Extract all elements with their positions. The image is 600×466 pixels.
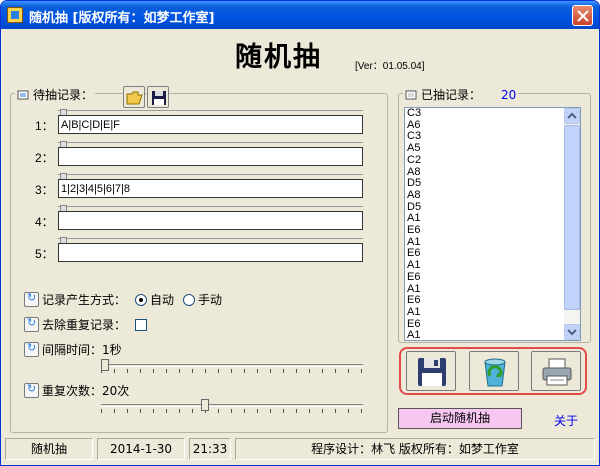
window-title: 随机抽 [版权所有：如梦工作室] [29, 11, 215, 26]
repeat-row: 重复次数：20次 [24, 382, 129, 399]
drawn-items: C3 A6 C3 A5 C2 A8 D5 A8 D5 A1 E6 A1 E6 A1 E6 A1 E6 A1 E6 A1 [407, 108, 565, 340]
list-item[interactable]: A5 [407, 142, 565, 155]
record-5-input[interactable] [58, 243, 363, 262]
dedupe-label: 去除重复记录： [42, 318, 127, 332]
mode-manual-label[interactable]: 手动 [198, 291, 222, 308]
interval-slider-ticks [101, 369, 363, 373]
app-icon [7, 7, 23, 23]
dedupe-checkbox[interactable] [135, 318, 148, 331]
scroll-up-button[interactable] [564, 108, 580, 124]
repeat-slider-track [101, 404, 363, 407]
floppy-disk-icon [418, 358, 446, 386]
close-button[interactable] [572, 5, 593, 26]
list-item[interactable]: E6 [407, 224, 565, 237]
interval-slider-track [101, 364, 363, 367]
open-file-button[interactable] [123, 86, 145, 108]
status-time: 21:33 [189, 438, 231, 460]
about-link[interactable]: 关于 [554, 412, 578, 429]
list-item[interactable]: A1 [407, 283, 565, 296]
save-button[interactable] [406, 351, 456, 391]
pending-records-header: 待抽记录： [15, 86, 96, 103]
mode-auto-label[interactable]: 自动 [150, 291, 174, 308]
floppy-disk-icon [152, 91, 166, 105]
list-item[interactable]: D5 [407, 201, 565, 214]
status-date: 2014-1-30 [97, 438, 185, 460]
dedupe-icon [24, 316, 39, 332]
status-credit: 程序设计：林飞 版权所有：如梦工作室 [235, 438, 595, 460]
record-3-input[interactable]: 1|2|3|4|5|6|7|8 [58, 179, 363, 198]
list-item[interactable]: E6 [407, 295, 565, 307]
repeat-label: 重复次数：20次 [42, 384, 130, 398]
print-button[interactable] [531, 351, 581, 391]
status-app: 随机抽 [5, 438, 93, 460]
mode-manual-radio[interactable] [183, 293, 196, 306]
interval-icon [24, 341, 39, 357]
records-icon [17, 89, 31, 101]
record-1-input[interactable]: A|B|C|D|E|F [58, 115, 363, 134]
interval-row: 间隔时间：1秒 [24, 341, 122, 358]
record-5-label: 5： [35, 247, 54, 261]
repeat-slider[interactable] [101, 399, 363, 413]
mode-row: 记录产生方式： 自动 手动 [24, 291, 222, 308]
list-item[interactable]: C2 [407, 154, 565, 167]
save-file-button[interactable] [147, 86, 169, 108]
record-4-label: 4： [35, 215, 54, 229]
list-item[interactable]: C3 [407, 131, 565, 143]
list-item[interactable]: C3 [407, 108, 565, 120]
list-item[interactable]: A1 [407, 330, 565, 340]
chevron-up-icon [567, 112, 577, 119]
main-window: 随机抽 [版权所有：如梦工作室] 随机抽 [Ver：01.05.04] 待抽记录… [0, 0, 600, 466]
list-scrollbar[interactable] [564, 108, 580, 340]
scroll-down-button[interactable] [564, 324, 580, 340]
repeat-slider-ticks [101, 409, 363, 413]
mode-icon [24, 291, 39, 307]
drawn-records-header: 已抽记录： 20 [403, 86, 519, 103]
record-3-label: 3： [35, 183, 54, 197]
refresh-button[interactable] [469, 351, 519, 391]
drawn-records-icon [405, 89, 419, 101]
list-item[interactable]: A1 [407, 259, 565, 272]
interval-slider[interactable] [101, 359, 363, 373]
list-item[interactable]: A8 [407, 166, 565, 179]
chevron-down-icon [567, 329, 577, 336]
mode-label: 记录产生方式： [42, 293, 127, 307]
app-heading: 随机抽 [235, 42, 322, 73]
list-item[interactable]: D5 [407, 178, 565, 190]
pending-records-label: 待抽记录： [33, 88, 94, 102]
start-draw-button[interactable]: 启动随机抽 [398, 408, 522, 429]
status-bar: 随机抽 2014-1-30 21:33 程序设计：林飞 版权所有：如梦工作室 [5, 438, 595, 462]
interval-label: 间隔时间：1秒 [42, 343, 122, 357]
version-label: [Ver：01.05.04] [355, 61, 425, 72]
close-icon [577, 10, 589, 22]
list-item[interactable]: A1 [407, 236, 565, 249]
drawn-records-label: 已抽记录： [421, 88, 482, 102]
repeat-icon [24, 382, 39, 398]
repeat-slider-thumb[interactable] [201, 399, 209, 411]
list-item[interactable]: E6 [407, 248, 565, 260]
list-item[interactable]: A8 [407, 189, 565, 202]
dedupe-row: 去除重复记录： [24, 316, 148, 333]
drawn-count: 20 [501, 87, 517, 102]
list-item[interactable]: A1 [407, 213, 565, 225]
list-item[interactable]: E6 [407, 271, 565, 284]
open-folder-icon [126, 91, 143, 105]
list-item[interactable]: E6 [407, 318, 565, 331]
record-2-label: 2： [35, 151, 54, 165]
record-4-input[interactable] [58, 211, 363, 230]
list-item[interactable]: A6 [407, 119, 565, 132]
record-2-input[interactable] [58, 147, 363, 166]
record-1-label: 1： [35, 119, 54, 133]
printer-icon [542, 358, 572, 386]
drawn-records-list[interactable]: C3 A6 C3 A5 C2 A8 D5 A8 D5 A1 E6 A1 E6 A1 E6 A1 E6 A1 E6 A1 [404, 107, 581, 341]
list-item[interactable]: A1 [407, 306, 565, 319]
title-bar[interactable]: 随机抽 [版权所有：如梦工作室] [1, 1, 599, 29]
recycle-bin-icon [484, 358, 506, 387]
mode-auto-radio[interactable] [135, 293, 148, 306]
interval-slider-thumb[interactable] [101, 359, 109, 371]
scroll-thumb[interactable] [564, 125, 580, 310]
